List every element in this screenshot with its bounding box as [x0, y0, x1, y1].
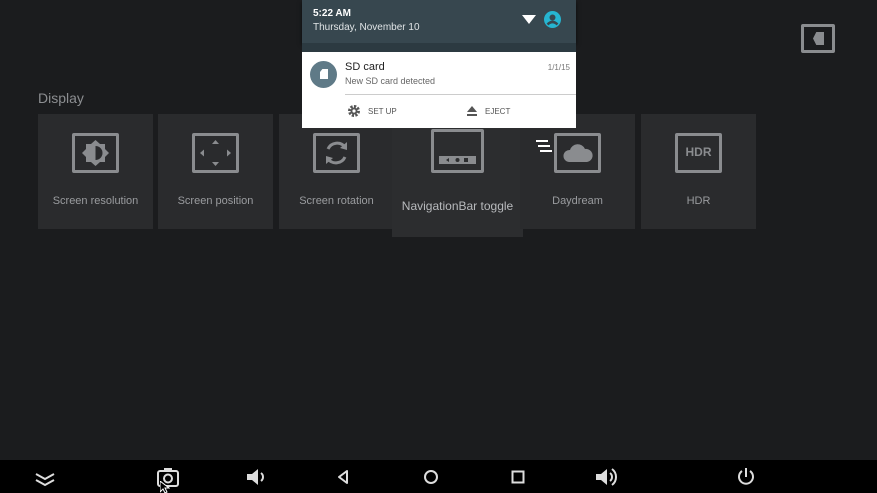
shade-divider	[302, 43, 576, 52]
tile-label: HDR	[686, 195, 711, 207]
setup-button[interactable]: SET UP	[347, 103, 397, 119]
tile-label: Daydream	[552, 195, 603, 207]
back-icon[interactable]	[331, 466, 355, 488]
home-icon[interactable]	[419, 466, 443, 488]
section-title: Display	[38, 90, 84, 106]
cloud-icon	[554, 133, 601, 173]
navigation-bar	[0, 460, 877, 493]
mouse-cursor-icon	[160, 481, 170, 493]
tile-screen-resolution[interactable]: Screen resolution	[38, 114, 153, 229]
recents-icon[interactable]	[506, 466, 530, 488]
eject-label: EJECT	[485, 106, 511, 116]
tile-label: Screen resolution	[52, 195, 139, 207]
tile-label: NavigationBar toggle	[401, 199, 514, 213]
notification-time: 1/1/15	[547, 63, 570, 72]
wifi-icon[interactable]	[522, 13, 536, 25]
tile-label: Screen position	[177, 195, 254, 207]
volume-down-icon[interactable]	[244, 466, 268, 488]
eject-button[interactable]: EJECT	[466, 103, 510, 119]
hdr-icon: HDR	[675, 133, 722, 173]
tile-daydream[interactable]: Daydream	[520, 114, 635, 229]
tile-navigationbar-toggle[interactable]: NavigationBar toggle	[392, 114, 523, 237]
notification-title: SD card	[345, 61, 385, 73]
sd-card-notification[interactable]: SD card New SD card detected 1/1/15 SET …	[302, 52, 576, 128]
display-settings-icon	[801, 24, 835, 53]
tile-label: Screen rotation	[299, 195, 374, 207]
user-icon[interactable]	[544, 11, 561, 28]
notification-divider	[345, 94, 576, 95]
tile-screen-rotation[interactable]: Screen rotation	[279, 114, 394, 229]
hdr-icon-text: HDR	[685, 145, 712, 159]
tile-screen-position[interactable]: Screen position	[158, 114, 273, 229]
status-date: Thursday, November 10	[313, 22, 420, 33]
arrows-icon	[192, 133, 239, 173]
gear-icon	[348, 105, 360, 117]
navbar-icon	[431, 129, 484, 173]
setup-label: SET UP	[368, 106, 397, 116]
status-time: 5:22 AM	[313, 8, 351, 19]
eject-icon	[467, 106, 477, 116]
volume-up-icon[interactable]	[594, 466, 618, 488]
power-icon[interactable]	[734, 466, 758, 488]
brightness-icon	[72, 133, 119, 173]
collapse-icon[interactable]	[33, 466, 57, 488]
notification-text: New SD card detected	[345, 76, 436, 86]
tile-hdr[interactable]: HDR HDR	[641, 114, 756, 229]
notification-shade-header: 5:22 AM Thursday, November 10	[302, 0, 576, 43]
lines-icon	[536, 140, 552, 152]
rotate-icon	[313, 133, 360, 173]
sd-card-icon	[310, 61, 337, 88]
